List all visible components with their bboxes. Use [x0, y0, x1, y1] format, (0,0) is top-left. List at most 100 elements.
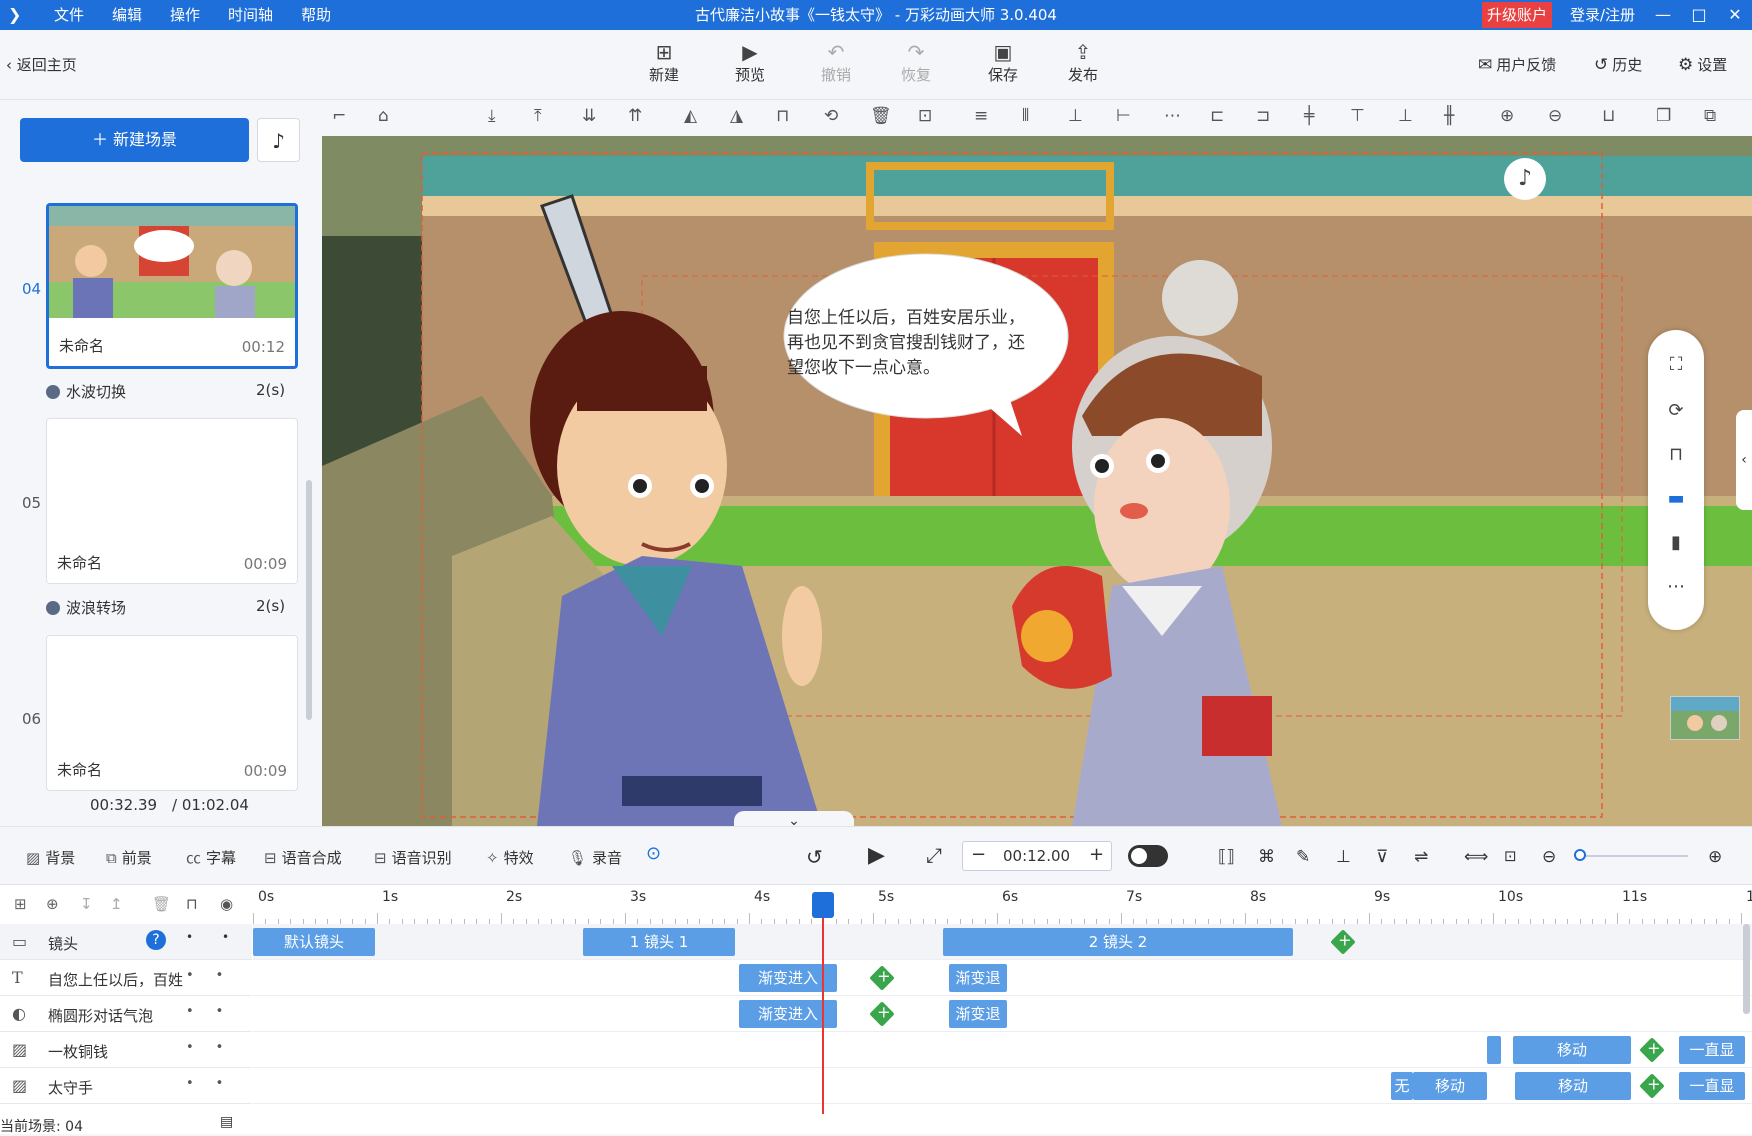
menu-help[interactable]: 帮助	[287, 0, 345, 30]
collapse-arrow-icon[interactable]: ⌄	[734, 811, 854, 826]
speech-bubble-text[interactable]: 自您上任以后，百姓安居乐业，再也见不到贪官搜刮钱财了，还望您收下一点心意。	[787, 306, 1031, 381]
add-keyframe-icon[interactable]	[869, 1001, 895, 1027]
scene-card-05[interactable]: 未命名 00:09	[46, 418, 298, 584]
track-label-text[interactable]: T 自您上任以后，百姓 ••	[0, 960, 252, 996]
rotate-icon[interactable]: ⟲	[824, 106, 838, 126]
page-icon[interactable]: ▤	[220, 1114, 233, 1130]
fit-width-icon[interactable]: ⟺	[1464, 847, 1488, 867]
rotate-icon[interactable]: ⟳	[1648, 400, 1704, 421]
align-right-icon[interactable]: ⊐	[1256, 106, 1270, 126]
zoom-slider[interactable]	[1574, 849, 1688, 861]
camera-icon[interactable]: ⌘	[1258, 847, 1275, 867]
clip-small[interactable]	[1487, 1036, 1501, 1064]
clip-always-show[interactable]: 一直显	[1679, 1036, 1745, 1064]
asr-button[interactable]: ⊟ 语音识别	[374, 847, 452, 868]
lock-icon[interactable]: ⊓	[776, 106, 789, 126]
filter-icon[interactable]: ⊽	[1376, 847, 1388, 867]
settings-button[interactable]: ⚙ 设置	[1678, 54, 1727, 75]
add-keyframe-icon[interactable]	[1330, 929, 1356, 955]
distribute-h-icon[interactable]: ⊥	[1068, 106, 1083, 126]
minus-icon[interactable]: −	[971, 844, 986, 865]
align-hcenter-icon[interactable]: ≡	[974, 106, 988, 126]
fullscreen-icon[interactable]: ⤢	[926, 843, 942, 867]
menu-file[interactable]: 文件	[40, 0, 98, 30]
dot-icon[interactable]: •	[186, 930, 193, 944]
add-keyframe-icon[interactable]	[869, 965, 895, 991]
edit-icon[interactable]: ✎	[1296, 847, 1310, 867]
crop-icon[interactable]: ⌐	[332, 106, 346, 126]
monitor-icon[interactable]: ▬	[1648, 488, 1704, 509]
clip-fade-out[interactable]: 渐变退	[949, 964, 1007, 992]
publish-button[interactable]: ⇪ 发布	[1053, 40, 1113, 85]
clip-move[interactable]: 移动	[1515, 1072, 1631, 1100]
flip-horizontal-icon[interactable]: ◭	[684, 106, 697, 126]
track-label-coin[interactable]: ▨ 一枚铜钱 ••	[0, 1032, 252, 1068]
background-button[interactable]: ▨ 背景	[26, 847, 75, 868]
zoom-slider-handle[interactable]	[1574, 849, 1586, 861]
clip-camera-2[interactable]: 2 镜头 2	[943, 928, 1293, 956]
tts-button[interactable]: ⊟ 语音合成	[264, 847, 342, 868]
duration-stepper[interactable]: − 00:12.00 +	[962, 841, 1112, 871]
back-home-button[interactable]: ‹ 返回主页	[6, 54, 77, 75]
zoom-out-icon[interactable]: ⊖	[1542, 847, 1556, 867]
upgrade-button[interactable]: 升级账户	[1482, 2, 1552, 28]
split-icon[interactable]: ⊥	[1336, 847, 1351, 867]
scene-card-04[interactable]: 未命名 00:12	[46, 203, 298, 369]
clip-always-show[interactable]: 一直显	[1679, 1072, 1745, 1100]
plus-icon[interactable]: +	[1089, 844, 1104, 865]
ratio-icon[interactable]: ⊡	[1504, 847, 1517, 865]
align-vcenter-icon[interactable]: ⫴	[1022, 106, 1029, 126]
clip-none[interactable]: 无	[1391, 1072, 1413, 1100]
new-button[interactable]: ⊞ 新建	[634, 40, 694, 85]
new-scene-button[interactable]: ＋ 新建场景	[20, 118, 249, 162]
toggle-switch[interactable]	[1128, 845, 1168, 867]
clip-move[interactable]: 移动	[1513, 1036, 1631, 1064]
menu-operate[interactable]: 操作	[156, 0, 214, 30]
delete-icon[interactable]: 🗑	[152, 895, 171, 913]
duration-value[interactable]: 00:12.00	[1003, 847, 1070, 865]
align-space-icon[interactable]: ⋯	[1164, 106, 1181, 126]
zoom-in-icon[interactable]: ⊕	[1500, 106, 1514, 126]
canvas-stage[interactable]: 自您上任以后，百姓安居乐业，再也见不到贪官搜刮钱财了，还望您收下一点心意。 ♪ …	[322, 136, 1752, 826]
dot-icon[interactable]: •	[222, 930, 229, 944]
foreground-button[interactable]: ⧉ 前景	[106, 847, 152, 868]
eye-icon[interactable]: ◉	[220, 895, 233, 913]
maximize-icon[interactable]: □	[1684, 0, 1714, 30]
scene-scrollbar[interactable]	[306, 480, 312, 720]
clip-camera-1[interactable]: 1 镜头 1	[583, 928, 735, 956]
transition-row[interactable]: 波浪转场 2(s)	[46, 597, 286, 618]
help-icon[interactable]: ?	[146, 930, 166, 950]
rewind-icon[interactable]: ↺	[806, 845, 823, 869]
feedback-button[interactable]: ✉ 用户反馈	[1478, 54, 1556, 75]
visibility-dots[interactable]: ••	[186, 968, 245, 983]
unlock-icon[interactable]: ⊔	[1602, 106, 1615, 126]
lock-icon[interactable]: ⊓	[1648, 444, 1704, 465]
track-label-hand[interactable]: ▨ 太守手 ••	[0, 1068, 252, 1104]
redo-button[interactable]: ↷ 恢复	[886, 40, 946, 85]
flip-vertical-icon[interactable]: ◮	[730, 106, 743, 126]
visibility-dots[interactable]: ••	[186, 1076, 245, 1091]
copy-icon[interactable]: ❐	[1656, 106, 1671, 126]
lock-all-icon[interactable]: ⊓	[186, 895, 198, 913]
zoom-out-icon[interactable]: ⊖	[1548, 106, 1562, 126]
record-button[interactable]: 🎙 录音	[568, 847, 622, 868]
track-label-bubble[interactable]: ◐ 椭圆形对话气泡 ••	[0, 996, 252, 1032]
more-options-icon[interactable]: ⊙	[646, 843, 661, 864]
history-button[interactable]: ↺ 历史	[1594, 54, 1642, 75]
phone-icon[interactable]: ▮	[1648, 532, 1704, 553]
timeline-scrollbar[interactable]	[1743, 924, 1750, 1014]
effects-button[interactable]: ✧ 特效	[486, 847, 534, 868]
move-down-icon[interactable]: ↧	[80, 895, 93, 913]
move-bottom-icon[interactable]: ⤓	[488, 106, 496, 126]
close-icon[interactable]: ✕	[1720, 0, 1750, 30]
move-up-icon[interactable]: ⇈	[628, 106, 642, 126]
align-center-icon[interactable]: ╪	[1304, 106, 1314, 126]
preview-button[interactable]: ▶ 预览	[720, 40, 780, 85]
add-folder-icon[interactable]: ⊞	[14, 895, 27, 913]
subtitle-button[interactable]: ㏄字幕	[186, 847, 236, 868]
time-ruler[interactable]: 0s 1s 2s 3s 4s 5s 6s 7s 8s 9s 10s 11s 12s	[253, 885, 1752, 925]
align-bottom-icon[interactable]: ⊥	[1398, 106, 1413, 126]
play-icon[interactable]: ▶	[868, 843, 885, 868]
add-keyframe-icon[interactable]	[1639, 1037, 1665, 1063]
login-link[interactable]: 登录/注册	[1570, 0, 1635, 30]
